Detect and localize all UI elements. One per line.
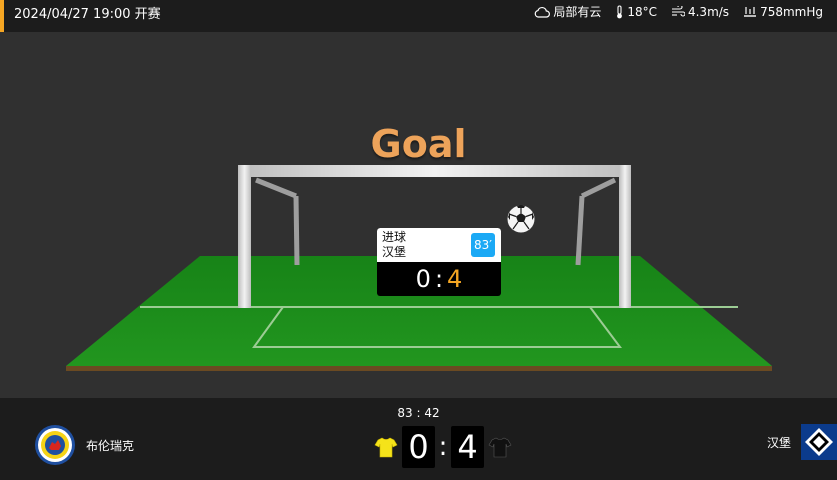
wind-icon bbox=[671, 5, 685, 18]
popup-minute-badge: 83′ bbox=[471, 233, 495, 257]
goal-right-post bbox=[619, 165, 631, 308]
home-team-logo bbox=[35, 425, 75, 465]
match-clock: 83 : 42 bbox=[397, 406, 440, 420]
popup-event-text: 进球 汉堡 bbox=[382, 230, 406, 260]
kickoff-datetime: 2024/04/27 19:00 开赛 bbox=[14, 7, 161, 22]
popup-score-home: 0 bbox=[415, 265, 431, 293]
goal-event-popup: 进球 汉堡 83′ 0:4 bbox=[377, 228, 501, 296]
accent-stripe bbox=[0, 0, 4, 32]
weather-condition-label: 局部有云 bbox=[553, 5, 602, 19]
goal-crossbar bbox=[238, 165, 631, 177]
popup-header: 进球 汉堡 83′ bbox=[377, 228, 501, 262]
temperature-value: 18°C bbox=[627, 4, 657, 19]
popup-score-separator: : bbox=[434, 265, 444, 293]
thermometer-icon bbox=[615, 4, 624, 19]
main-score: 0 : 4 bbox=[370, 426, 516, 468]
match-info-bar: 2024/04/27 19:00 开赛 局部有云 18°C 4.3m/s 758… bbox=[0, 0, 837, 32]
goal-back-left-strut bbox=[293, 195, 300, 266]
weather-wind: 4.3m/s bbox=[671, 5, 729, 19]
away-score: 4 bbox=[451, 426, 484, 468]
goal-back-left-post bbox=[255, 177, 297, 199]
goal-event-title: Goal bbox=[370, 122, 467, 166]
popup-team-name: 汉堡 bbox=[382, 245, 407, 259]
pressure-icon bbox=[743, 6, 757, 18]
weather-temperature: 18°C bbox=[615, 5, 657, 19]
match-animation-stage: Goal 进球 汉堡 83′ 0:4 bbox=[0, 32, 837, 398]
cloud-icon bbox=[534, 6, 551, 18]
scoreboard-bar: 83 : 42 布伦瑞克 0 : 4 汉堡 bbox=[0, 398, 837, 480]
popup-score: 0:4 bbox=[377, 262, 501, 296]
soccer-ball-icon bbox=[506, 204, 536, 234]
goal-left-post bbox=[238, 165, 251, 308]
pressure-value: 758mmHg bbox=[760, 4, 823, 19]
score-separator: : bbox=[438, 432, 448, 462]
home-jersey-icon bbox=[374, 437, 398, 458]
away-jersey-icon bbox=[488, 437, 512, 458]
home-team-name: 布伦瑞克 bbox=[86, 438, 135, 453]
goal-back-right-post bbox=[580, 177, 617, 199]
popup-score-away: 4 bbox=[447, 265, 463, 293]
goal-back-right-strut bbox=[575, 195, 585, 266]
pitch-dirt-edge bbox=[66, 366, 772, 371]
pitch-scene bbox=[66, 165, 772, 371]
wind-speed-value: 4.3m/s bbox=[687, 4, 730, 19]
away-team-name: 汉堡 bbox=[766, 435, 791, 450]
popup-event-type: 进球 bbox=[382, 230, 407, 244]
weather-condition: 局部有云 bbox=[534, 3, 601, 20]
weather-info: 局部有云 18°C 4.3m/s 758mmHg bbox=[534, 3, 823, 20]
away-team[interactable]: 汉堡 bbox=[767, 424, 837, 460]
home-score: 0 bbox=[402, 426, 435, 468]
home-team[interactable]: 布伦瑞克 bbox=[34, 424, 134, 466]
away-team-logo bbox=[801, 424, 837, 460]
weather-pressure: 758mmHg bbox=[743, 5, 823, 19]
